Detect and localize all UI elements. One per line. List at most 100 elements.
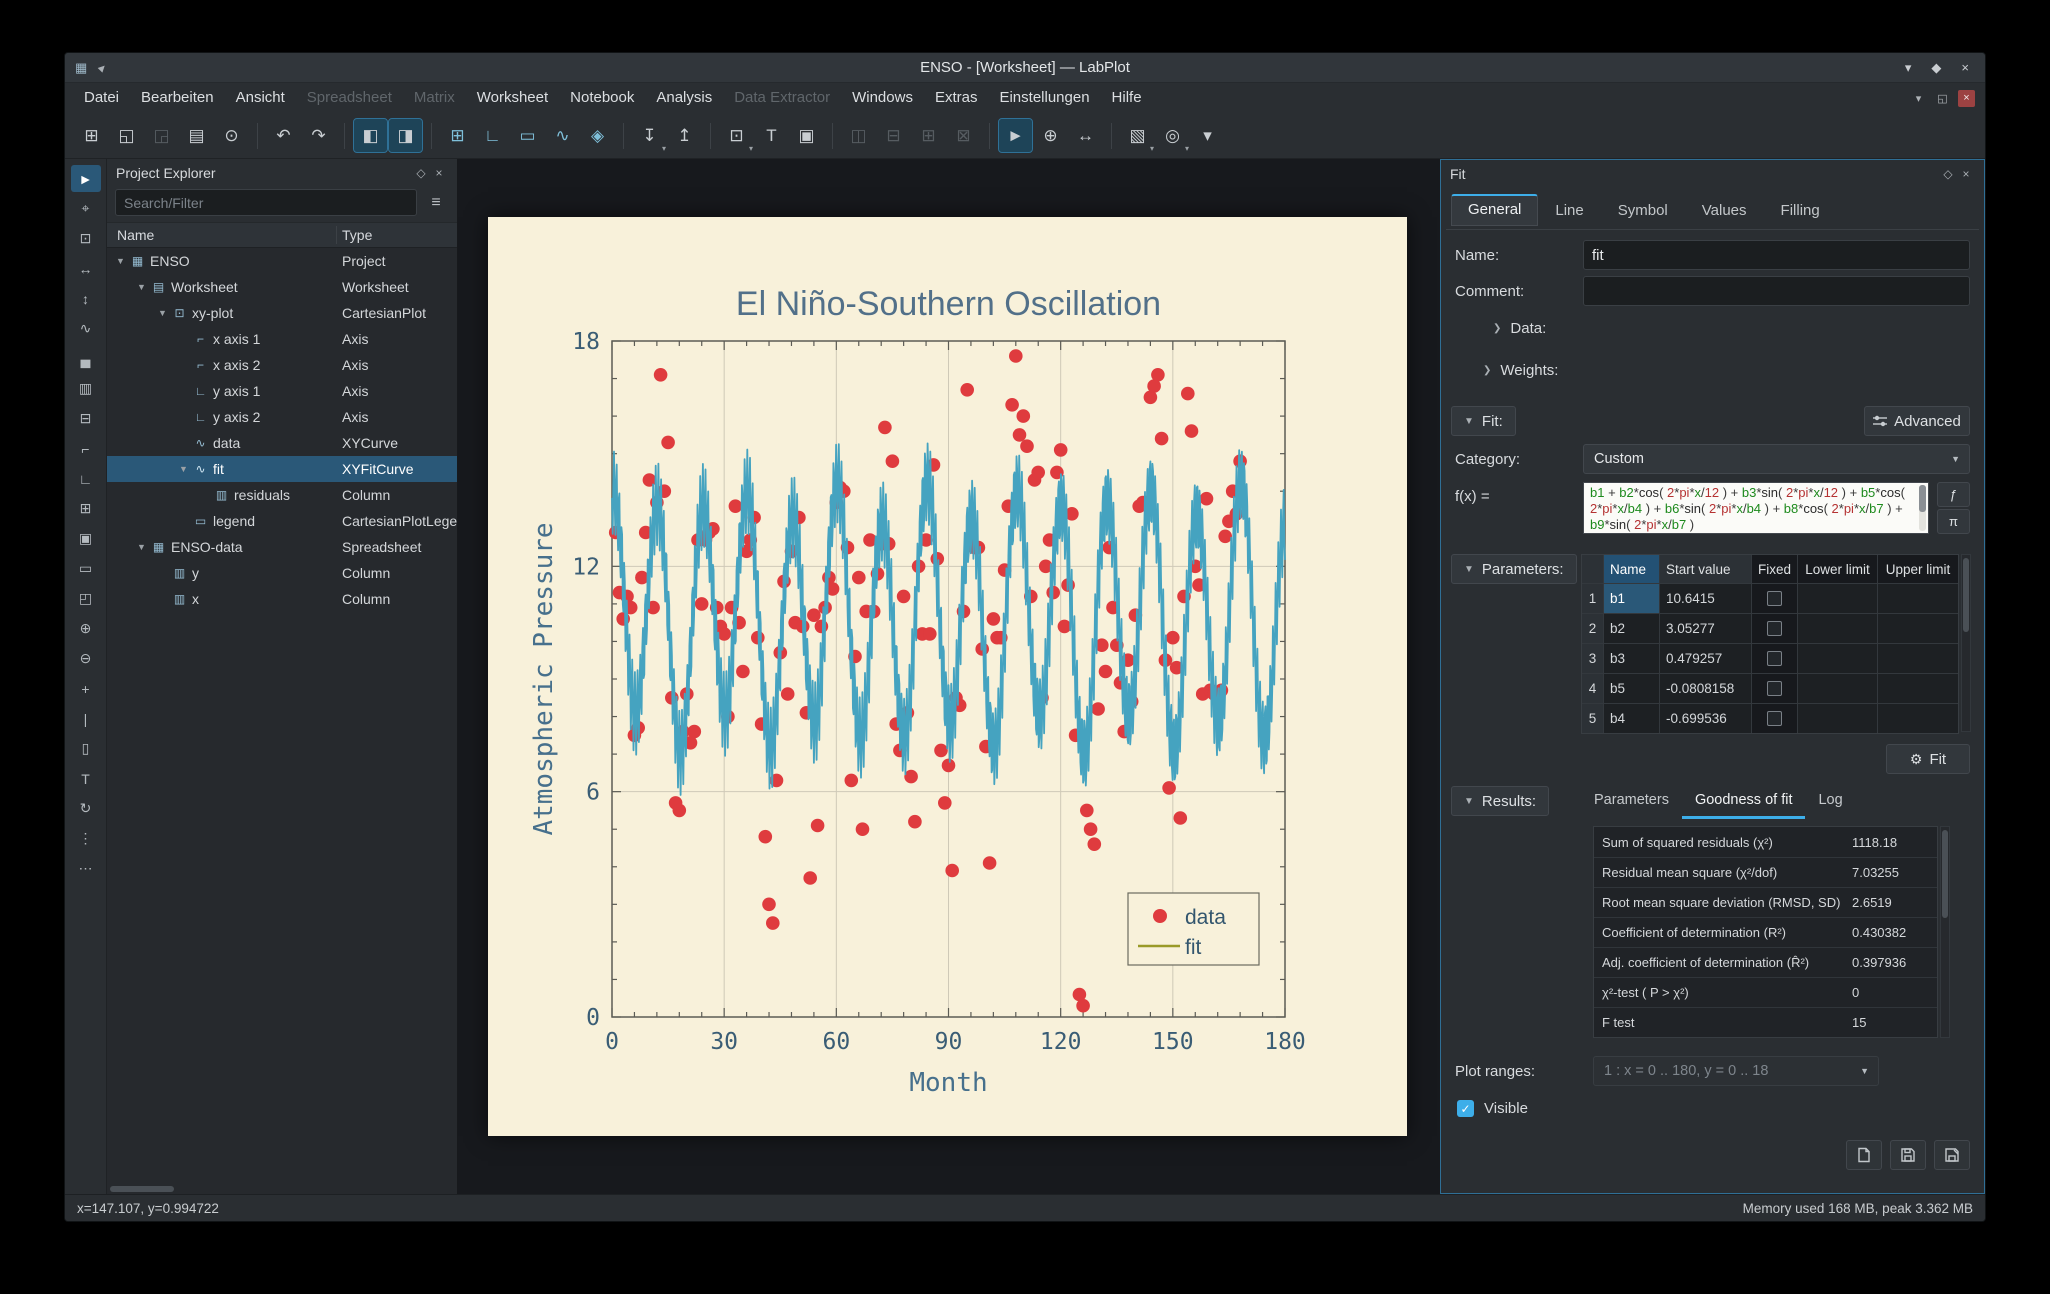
titlebar[interactable]: ▦ ► ENSO - [Worksheet] — LabPlot ▾◆× [65,53,1985,83]
curve-tool[interactable]: ∿ [71,315,101,342]
parameters-section-toggle[interactable]: ▼ Parameters: [1451,554,1577,584]
tree-row-y[interactable]: ▥yColumn [107,560,457,586]
histogram-tool[interactable]: ▄ [71,345,101,372]
save-as-button[interactable] [1934,1140,1970,1170]
mdi-minimize-button[interactable]: ▾ [1910,90,1927,107]
worksheet-page[interactable]: 0306090120150180061218El Niño-Southern O… [488,217,1407,1136]
rotate-tool[interactable]: ↻ [71,795,101,822]
formula-editor[interactable]: b1 + b2*cos( 2*pi*x/12 ) + b3*sin( 2*pi*… [1583,482,1929,534]
pointer-mode-button[interactable]: ► [999,119,1032,152]
tree-row-y-axis-2[interactable]: ∟y axis 2Axis [107,404,457,430]
drop-lines-tool[interactable]: ⋮ [71,825,101,852]
menu-item-ansicht[interactable]: Ansicht [225,83,296,113]
param-header-fixed[interactable]: Fixed [1752,555,1798,583]
theme-button[interactable]: ◈ [581,119,614,152]
close-dock-icon[interactable]: × [1957,165,1975,183]
select-mode-button[interactable]: ↔ [1069,119,1102,152]
add-text-label-button[interactable]: T [755,119,788,152]
expander-icon[interactable]: ▼ [113,256,128,266]
add-curve-button[interactable]: ∿ [546,119,579,152]
redo-button[interactable]: ↷ [302,119,335,152]
maximize-icon[interactable]: ◆ [1931,60,1941,76]
import-button[interactable]: ↥ [668,119,701,152]
weights-section-toggle[interactable]: ❯ Weights: [1483,362,1558,379]
y-axis-tool[interactable]: ∟ [71,465,101,492]
param-header-lower-limit[interactable]: Lower limit [1798,555,1878,583]
print-preview-button[interactable]: ⊙ [215,119,248,152]
tree-row-fit[interactable]: ▼∿fitXYFitCurve [107,456,457,482]
reference-range-tool[interactable]: ▯ [71,735,101,762]
add-image-button[interactable]: ▣ [790,119,823,152]
tree-row-data[interactable]: ∿dataXYCurve [107,430,457,456]
crosshair-tool[interactable]: ⌖ [71,195,101,222]
zoom-mode-button[interactable]: ⊕ [1034,119,1067,152]
tree-row-enso[interactable]: ▼▦ENSOProject [107,248,457,274]
x-axis-tool[interactable]: ⌐ [71,435,101,462]
category-select[interactable]: Custom ▼ [1583,444,1970,474]
zoom-x-tool[interactable]: ↔ [71,255,101,282]
tree-row-x[interactable]: ▥xColumn [107,586,457,612]
toggle-left-dock-button[interactable]: ◧ [354,119,387,152]
param-header-name[interactable]: Name [1604,555,1660,583]
more-toolbar-options-button[interactable]: ▾ [1191,119,1224,152]
zoom-out-tool[interactable]: ⊖ [71,645,101,672]
param-header-upper-limit[interactable]: Upper limit [1878,555,1958,583]
legend-tool[interactable]: ▭ [71,555,101,582]
zoom-in-tool[interactable]: ⊕ [71,615,101,642]
tree-row-xy-plot[interactable]: ▼⊡xy-plotCartesianPlot [107,300,457,326]
mdi-close-button[interactable]: × [1958,90,1975,107]
horizontal-scrollbar[interactable] [107,1184,457,1194]
param-upper-limit-cell[interactable] [1878,584,1958,613]
close-icon[interactable]: × [1961,60,1969,76]
expander-icon[interactable]: ▼ [134,282,149,292]
zoom-select-button[interactable]: ⊡▾ [720,119,753,152]
image-tool[interactable]: ▣ [71,525,101,552]
menu-item-extras[interactable]: Extras [924,83,989,113]
data-section-toggle[interactable]: ❯ Data: [1493,320,1546,337]
selection-tool[interactable]: ⊡ [71,225,101,252]
param-upper-limit-cell[interactable] [1878,674,1958,703]
project-explorer-header[interactable]: Project Explorer ◇ × [107,159,457,187]
tab-filling[interactable]: Filling [1764,194,1837,226]
fixed-checkbox[interactable] [1767,591,1782,606]
param-lower-limit-cell[interactable] [1798,644,1878,673]
tree-row-residuals[interactable]: ▥residualsColumn [107,482,457,508]
results-section-toggle[interactable]: ▼ Results: [1451,786,1549,816]
magnifier-button[interactable]: ◎▾ [1156,119,1189,152]
param-upper-limit-cell[interactable] [1878,614,1958,643]
filter-options-icon[interactable]: ≡ [423,190,449,216]
results-scrollbar[interactable] [1940,826,1950,1038]
scrollbar-thumb[interactable] [110,1186,174,1192]
menu-item-bearbeiten[interactable]: Bearbeiten [130,83,225,113]
tree-row-enso-data[interactable]: ▼▦ENSO-dataSpreadsheet [107,534,457,560]
param-start-value-cell[interactable]: 3.05277 [1660,614,1752,643]
minimize-icon[interactable]: ▾ [1905,60,1912,76]
bar-plot-tool[interactable]: ▥ [71,375,101,402]
insert-function-button[interactable]: ƒ [1937,482,1970,507]
param-header-start-value[interactable]: Start value [1660,555,1752,583]
menu-item-einstellungen[interactable]: Einstellungen [988,83,1100,113]
column-divider[interactable] [336,226,337,244]
fit-section-toggle[interactable]: ▼ Fit: [1451,406,1516,436]
menu-item-datei[interactable]: Datei [73,83,130,113]
param-upper-limit-cell[interactable] [1878,644,1958,673]
formula-scrollbar[interactable] [1919,485,1926,531]
param-lower-limit-cell[interactable] [1798,614,1878,643]
insert-constant-button[interactable]: π [1937,509,1970,534]
grid-tool[interactable]: ⊞ [71,495,101,522]
tree-row-x-axis-1[interactable]: ⌐x axis 1Axis [107,326,457,352]
tree-row-y-axis-1[interactable]: ∟y axis 1Axis [107,378,457,404]
run-fit-button[interactable]: ⚙ Fit [1886,744,1970,774]
select-region-button[interactable]: ▧▾ [1121,119,1154,152]
expander-icon[interactable]: ▼ [155,308,170,318]
menu-item-windows[interactable]: Windows [841,83,924,113]
fixed-checkbox[interactable] [1767,651,1782,666]
save-button[interactable] [1890,1140,1926,1170]
param-start-value-cell[interactable]: -0.0808158 [1660,674,1752,703]
custom-point-tool[interactable]: + [71,675,101,702]
param-lower-limit-cell[interactable] [1798,704,1878,733]
toggle-right-dock-button[interactable]: ◨ [389,119,422,152]
results-tab-parameters[interactable]: Parameters [1581,786,1682,819]
menu-item-notebook[interactable]: Notebook [559,83,645,113]
plot-area-tool[interactable]: ◰ [71,585,101,612]
